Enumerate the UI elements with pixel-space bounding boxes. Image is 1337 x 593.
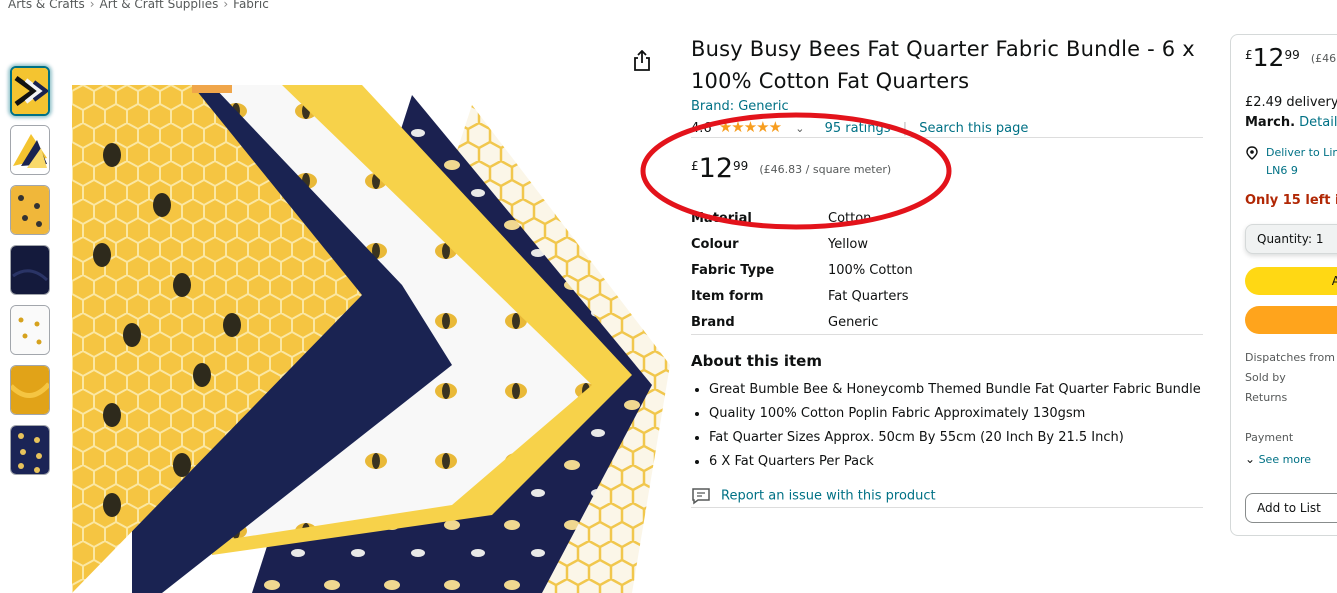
thumbnail-image [11, 246, 49, 294]
thumbnail-image [11, 306, 49, 354]
price-whole: 12 [1252, 43, 1285, 72]
dispatches-label: Dispatches from [1245, 351, 1335, 364]
thumbnail-image [11, 126, 49, 174]
thumbnail-3[interactable] [10, 185, 50, 235]
price-block: £1299 (£46.83 / square meter) [691, 155, 891, 183]
thumbnail-5[interactable] [10, 305, 50, 355]
spec-value: Cotton [828, 210, 872, 226]
breadcrumb: Arts & Crafts › Art & Craft Supplies › Fabri… [8, 0, 269, 11]
report-issue-link[interactable]: Report an issue with this product [721, 489, 936, 504]
rating-row: 4.6 ★★★★★ ⌄ 95 ratings | Search this pag… [691, 118, 1028, 136]
about-list: Great Bumble Bee & Honeycomb Themed Bund… [691, 378, 1229, 474]
divider [691, 137, 1203, 138]
spec-value: Fat Quarters [828, 288, 909, 304]
price-currency: £ [691, 159, 699, 173]
deliver-to-link[interactable]: Deliver to Lin LN6 9 [1245, 144, 1337, 180]
spec-row: Material Cotton [691, 205, 1203, 231]
spec-key: Brand [691, 314, 735, 330]
see-more-label: See more [1258, 453, 1312, 466]
deliver-to-line2: LN6 9 [1266, 164, 1298, 177]
thumbnail-7[interactable] [10, 425, 50, 475]
thumbnail-6[interactable] [10, 365, 50, 415]
spec-key: Item form [691, 288, 764, 304]
spec-table: Material Cotton Colour Yellow Fabric Type 1… [691, 205, 1203, 335]
spec-value: Generic [828, 314, 879, 330]
thumbnail-image [11, 426, 49, 474]
buybox-price: £1299 (£46.8 [1245, 44, 1337, 72]
divider: | [902, 121, 908, 136]
divider [691, 334, 1203, 335]
spec-row: Brand Generic [691, 309, 1203, 335]
see-more-link[interactable]: ⌄ See more [1245, 452, 1311, 466]
spec-row: Fabric Type 100% Cotton [691, 257, 1203, 283]
buy-now-button[interactable]: B [1245, 306, 1337, 334]
main-product-image[interactable] [72, 85, 670, 593]
thumbnail-image [12, 68, 48, 114]
spec-key: Fabric Type [691, 262, 775, 278]
divider [691, 507, 1203, 508]
price-whole: 12 [698, 153, 733, 184]
price-fraction: 99 [733, 159, 749, 173]
spec-row: Colour Yellow [691, 231, 1203, 257]
spec-value: 100% Cotton [828, 262, 913, 278]
search-this-page-link[interactable]: Search this page [919, 121, 1028, 136]
about-item: Fat Quarter Sizes Approx. 50cm By 55cm (… [709, 426, 1229, 450]
breadcrumb-item[interactable]: Art & Craft Supplies [100, 0, 219, 11]
about-item: Great Bumble Bee & Honeycomb Themed Bund… [709, 378, 1229, 402]
breadcrumb-separator: › [89, 0, 95, 11]
payment-label: Payment [1245, 431, 1294, 444]
about-item: Quality 100% Cotton Poplin Fabric Approx… [709, 402, 1229, 426]
sold-by-label: Sold by [1245, 371, 1286, 384]
unit-price: (£46.83 / square meter) [759, 163, 892, 176]
breadcrumb-item[interactable]: Fabric [233, 0, 269, 11]
price-currency: £ [1245, 48, 1253, 62]
thumbnail-image [11, 186, 49, 234]
star-icon[interactable]: ★★★★★ [719, 118, 782, 136]
quantity-select[interactable]: Quantity: 1 [1245, 224, 1337, 254]
rating-value: 4.6 [691, 121, 712, 136]
add-to-list-button[interactable]: Add to List [1245, 493, 1337, 523]
stock-status: Only 15 left in [1245, 193, 1337, 208]
delivery-date: March. [1245, 115, 1296, 130]
breadcrumb-item[interactable]: Arts & Crafts [8, 0, 85, 11]
report-flag-icon [692, 488, 710, 505]
share-icon[interactable] [632, 50, 652, 72]
about-item: 6 X Fat Quarters Per Pack [709, 450, 1229, 474]
thumbnail-4[interactable] [10, 245, 50, 295]
product-title: Busy Busy Bees Fat Quarter Fabric Bundle… [691, 37, 1195, 93]
thumbnail-2[interactable] [10, 125, 50, 175]
delivery-cost: £2.49 delivery [1245, 95, 1337, 110]
returns-label: Returns [1245, 391, 1288, 404]
spec-key: Colour [691, 236, 739, 252]
breadcrumb-separator: › [223, 0, 229, 11]
delivery-info: £2.49 delivery March. Details [1245, 93, 1337, 133]
spec-key: Material [691, 210, 752, 226]
report-issue[interactable]: Report an issue with this product [691, 487, 936, 505]
add-to-basket-button[interactable]: Add [1245, 267, 1337, 295]
spec-value: Yellow [828, 236, 869, 252]
delivery-details-link[interactable]: Details [1299, 115, 1337, 130]
spec-row: Item form Fat Quarters [691, 283, 1203, 309]
about-heading: About this item [691, 352, 822, 370]
thumbnail-image [11, 366, 49, 414]
chevron-down-icon[interactable]: ⌄ [795, 122, 804, 135]
thumbnail-1[interactable] [10, 66, 50, 116]
chevron-down-icon: ⌄ [1245, 452, 1256, 466]
unit-price: (£46.8 [1310, 52, 1337, 65]
location-pin-icon [1246, 146, 1258, 160]
ratings-count-link[interactable]: 95 ratings [825, 121, 891, 136]
price-fraction: 99 [1284, 48, 1300, 62]
brand-link[interactable]: Brand: Generic [691, 99, 789, 114]
